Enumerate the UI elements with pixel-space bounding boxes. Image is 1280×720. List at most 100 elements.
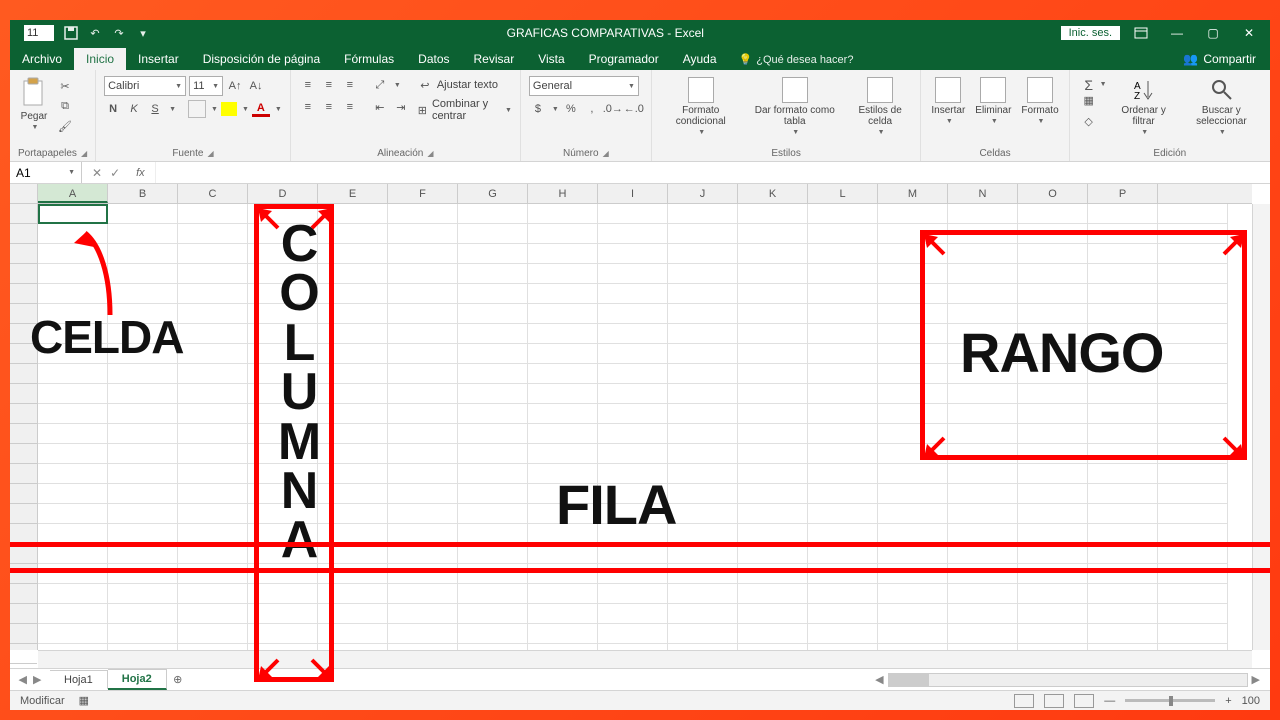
cell[interactable] <box>948 524 1018 544</box>
cell[interactable] <box>318 604 388 624</box>
undo-icon[interactable]: ↶ <box>88 26 102 40</box>
format-cells-button[interactable]: Formato▼ <box>1019 73 1060 130</box>
cell[interactable] <box>178 264 248 284</box>
cell[interactable] <box>668 364 738 384</box>
cell[interactable] <box>458 204 528 224</box>
column-header[interactable]: E <box>318 184 388 203</box>
cell[interactable] <box>878 324 948 344</box>
cell[interactable] <box>1018 284 1088 304</box>
cell[interactable] <box>318 364 388 384</box>
cell[interactable] <box>248 284 318 304</box>
fill-icon[interactable]: ▦ <box>1078 91 1100 109</box>
cell[interactable] <box>808 344 878 364</box>
cell[interactable] <box>668 304 738 324</box>
cell[interactable] <box>1018 444 1088 464</box>
cell[interactable] <box>598 344 668 364</box>
cell[interactable] <box>388 624 458 644</box>
cell[interactable] <box>598 264 668 284</box>
cell[interactable] <box>808 524 878 544</box>
cell[interactable] <box>1158 484 1228 504</box>
column-header[interactable]: P <box>1088 184 1158 203</box>
cell[interactable] <box>528 524 598 544</box>
cell[interactable] <box>598 524 668 544</box>
cell[interactable] <box>1158 224 1228 244</box>
cell[interactable] <box>668 224 738 244</box>
row-header[interactable] <box>10 544 37 564</box>
cell[interactable] <box>458 404 528 424</box>
cell[interactable] <box>248 384 318 404</box>
row-header[interactable] <box>10 284 37 304</box>
cell[interactable] <box>808 484 878 504</box>
cell[interactable] <box>1158 384 1228 404</box>
number-format-combo[interactable]: General▼ <box>529 76 639 96</box>
cell[interactable] <box>178 204 248 224</box>
italic-button[interactable]: K <box>125 100 143 118</box>
column-header[interactable]: B <box>108 184 178 203</box>
cell[interactable] <box>248 244 318 264</box>
row-header[interactable] <box>10 404 37 424</box>
cell[interactable] <box>38 444 108 464</box>
cell[interactable] <box>808 564 878 584</box>
cell[interactable] <box>318 564 388 584</box>
qat-fontsize-box[interactable]: 11 <box>24 25 54 41</box>
grow-font-icon[interactable]: A↑ <box>226 77 244 95</box>
cell[interactable] <box>1158 504 1228 524</box>
row-header[interactable] <box>10 244 37 264</box>
cell[interactable] <box>1088 364 1158 384</box>
cell[interactable] <box>878 284 948 304</box>
cell[interactable] <box>528 624 598 644</box>
cell[interactable] <box>1018 604 1088 624</box>
vertical-scrollbar[interactable] <box>1252 204 1270 650</box>
merge-center-button[interactable]: ⊞Combinar y centrar▼ <box>416 98 512 122</box>
font-color-icon[interactable]: A <box>252 102 270 117</box>
font-size-combo[interactable]: 11▼ <box>189 76 223 96</box>
cell[interactable] <box>178 404 248 424</box>
cell[interactable] <box>38 484 108 504</box>
cell[interactable] <box>1158 524 1228 544</box>
row-header[interactable] <box>10 224 37 244</box>
cell[interactable] <box>808 584 878 604</box>
tab-view[interactable]: Vista <box>526 48 576 70</box>
view-break-icon[interactable] <box>1074 694 1094 708</box>
cell[interactable] <box>528 324 598 344</box>
cell[interactable] <box>528 284 598 304</box>
cell[interactable] <box>388 504 458 524</box>
cell[interactable] <box>248 224 318 244</box>
cell[interactable] <box>388 284 458 304</box>
cell[interactable] <box>598 384 668 404</box>
cell[interactable] <box>1158 264 1228 284</box>
cell[interactable] <box>248 584 318 604</box>
cell[interactable] <box>598 424 668 444</box>
cell[interactable] <box>1158 564 1228 584</box>
align-middle-icon[interactable]: ≡ <box>320 76 338 94</box>
cell[interactable] <box>388 324 458 344</box>
cell[interactable] <box>808 204 878 224</box>
cell[interactable] <box>458 504 528 524</box>
cell[interactable] <box>318 424 388 444</box>
cell[interactable] <box>808 224 878 244</box>
cell[interactable] <box>598 444 668 464</box>
dialog-launcher-icon[interactable]: ◢ <box>207 149 213 158</box>
cell[interactable] <box>108 604 178 624</box>
cell[interactable] <box>1088 224 1158 244</box>
cell[interactable] <box>598 304 668 324</box>
column-header[interactable]: J <box>668 184 738 203</box>
column-header[interactable]: F <box>388 184 458 203</box>
cell[interactable] <box>178 324 248 344</box>
cell[interactable] <box>1018 564 1088 584</box>
cell[interactable] <box>248 564 318 584</box>
cell[interactable] <box>318 544 388 564</box>
cell[interactable] <box>248 544 318 564</box>
tab-home[interactable]: Inicio <box>74 48 126 70</box>
row-header[interactable] <box>10 344 37 364</box>
cell[interactable] <box>178 224 248 244</box>
cell[interactable] <box>808 384 878 404</box>
zoom-slider[interactable] <box>1125 699 1215 702</box>
cell[interactable] <box>388 364 458 384</box>
cut-icon[interactable]: ✂ <box>56 77 74 95</box>
cell[interactable] <box>948 404 1018 424</box>
tell-me-search[interactable]: 💡 ¿Qué desea hacer? <box>729 49 864 70</box>
cell[interactable] <box>738 364 808 384</box>
cell[interactable] <box>808 624 878 644</box>
save-icon[interactable] <box>64 26 78 40</box>
